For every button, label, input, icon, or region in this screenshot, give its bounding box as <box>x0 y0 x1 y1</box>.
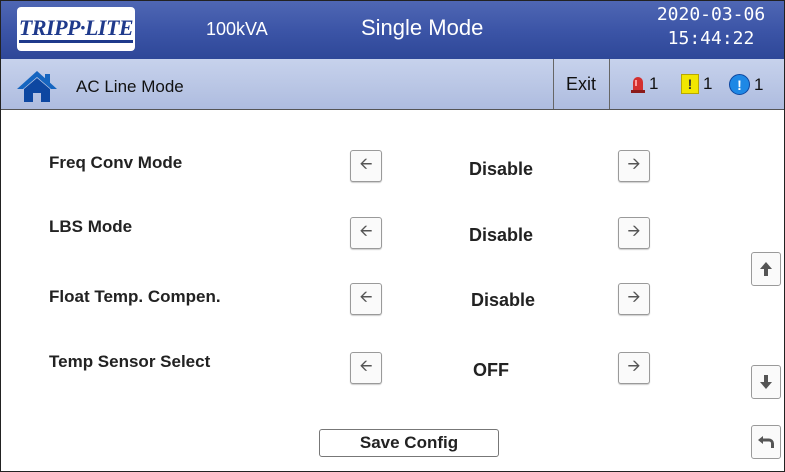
float-temp-prev-button[interactable]: 🡨 <box>350 283 382 315</box>
alarm-red-count: 1 <box>649 74 659 93</box>
arrow-up-icon <box>760 262 772 276</box>
return-arrow-icon <box>758 436 774 448</box>
blue-info-icon: ! <box>729 74 750 95</box>
arrow-left-icon: 🡨 <box>359 155 373 173</box>
alarm-blue-indicator[interactable]: ! 1 <box>729 74 763 95</box>
arrow-left-icon: 🡨 <box>359 357 373 375</box>
alarm-blue-count: 1 <box>754 74 764 94</box>
power-rating: 100kVA <box>206 19 268 39</box>
temp-sensor-prev-button[interactable]: 🡨 <box>350 352 382 384</box>
time: 15:44:22 <box>667 28 755 49</box>
ups-screen: TRIPP·LITE 100kVA Single Mode 2020-03-06… <box>0 0 785 472</box>
float-temp-value: Disable <box>470 290 536 310</box>
float-temp-next-button[interactable]: 🡪 <box>618 283 650 315</box>
freq-conv-prev-button[interactable]: 🡨 <box>350 150 382 182</box>
setting-label-lbs-mode: LBS Mode <box>49 217 133 236</box>
alarm-red-indicator[interactable]: 1 <box>631 74 658 94</box>
tripp-lite-logo: TRIPP·LITE <box>17 7 135 51</box>
page-title: AC Line Mode <box>76 77 184 96</box>
lbs-mode-value: Disable <box>468 225 534 245</box>
freq-conv-next-button[interactable]: 🡪 <box>618 150 650 182</box>
alarm-yellow-indicator[interactable]: ! 1 <box>681 74 712 94</box>
temp-sensor-value: OFF <box>473 360 509 380</box>
scroll-down-button[interactable] <box>751 365 781 399</box>
setting-label-float-temp: Float Temp. Compen. <box>49 287 221 306</box>
setting-label-freq-conv: Freq Conv Mode <box>49 153 183 172</box>
date: 2020-03-06 <box>656 4 766 25</box>
divider <box>609 59 610 109</box>
arrow-right-icon: 🡪 <box>627 155 641 173</box>
top-status-bar: TRIPP·LITE 100kVA Single Mode 2020-03-06… <box>1 1 784 59</box>
operation-mode: Single Mode <box>361 15 484 40</box>
freq-conv-value: Disable <box>468 159 534 179</box>
date-time: 2020-03-06 15:44:22 <box>641 3 781 51</box>
setting-label-temp-sensor: Temp Sensor Select <box>49 352 211 371</box>
navigation-bar: AC Line Mode Exit 1 ! 1 ! 1 <box>1 59 784 110</box>
arrow-left-icon: 🡨 <box>359 222 373 240</box>
exit-button[interactable]: Exit <box>553 59 609 109</box>
arrow-right-icon: 🡪 <box>627 357 641 375</box>
arrow-left-icon: 🡨 <box>359 288 373 306</box>
arrow-right-icon: 🡪 <box>627 222 641 240</box>
temp-sensor-next-button[interactable]: 🡪 <box>618 352 650 384</box>
home-icon[interactable] <box>15 69 59 103</box>
lbs-mode-next-button[interactable]: 🡪 <box>618 217 650 249</box>
save-config-button[interactable]: Save Config <box>319 429 499 457</box>
arrow-right-icon: 🡪 <box>627 288 641 306</box>
scroll-up-button[interactable] <box>751 252 781 286</box>
lbs-mode-prev-button[interactable]: 🡨 <box>350 217 382 249</box>
back-button[interactable] <box>751 425 781 459</box>
yellow-warning-icon: ! <box>681 74 699 94</box>
alarm-yellow-count: 1 <box>703 74 713 93</box>
red-alarm-light-icon <box>631 77 645 93</box>
arrow-down-icon <box>760 375 772 389</box>
